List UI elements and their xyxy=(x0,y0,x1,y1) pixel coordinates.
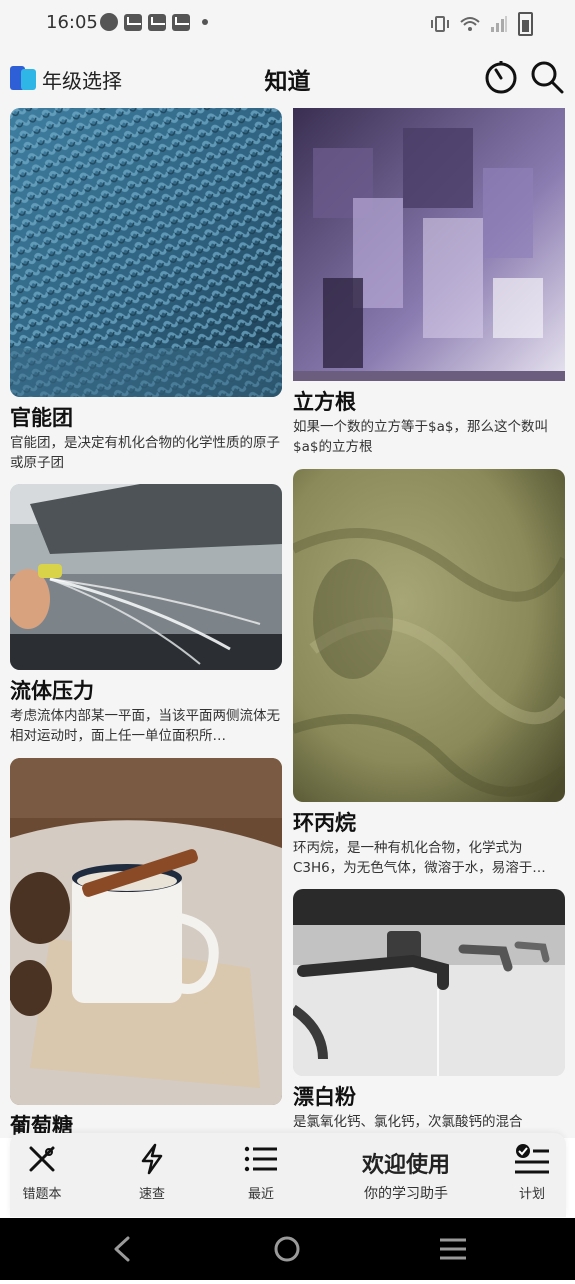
recent-apps-icon[interactable] xyxy=(440,1238,466,1260)
search-icon[interactable] xyxy=(530,60,564,94)
card-image-mug[interactable] xyxy=(10,758,282,1105)
card-image-fabric[interactable] xyxy=(293,469,565,802)
knowledge-card[interactable]: 环丙烷 环丙烷，是一种有机化合物，化学式为C3H6，为无色气体，微溶于水，易溶于… xyxy=(293,469,565,878)
nav-label: 最近 xyxy=(247,1187,274,1202)
card-title: 环丙烷 xyxy=(293,811,356,835)
mail-icon xyxy=(124,13,142,31)
vibrate-icon xyxy=(431,16,449,32)
card-title: 漂白粉 xyxy=(293,1085,356,1109)
welcome-title: 欢迎使用 xyxy=(361,1153,450,1178)
list-icon xyxy=(244,1146,277,1172)
system-status-icons xyxy=(430,12,533,36)
nav-plan[interactable]: 计划 xyxy=(497,1143,567,1202)
app-header: 年级选择 知道 xyxy=(0,48,575,108)
card-title: 立方根 xyxy=(293,390,356,414)
nav-label: 计划 xyxy=(518,1187,545,1202)
knowledge-card[interactable]: 官能团 官能团，是决定有机化合物的化学性质的原子或原子团 xyxy=(10,108,282,473)
card-description: 环丙烷，是一种有机化合物，化学式为C3H6，为无色气体，微溶于水，易溶于… xyxy=(293,840,546,876)
card-image-knit[interactable] xyxy=(10,108,282,397)
status-time: 16:05 xyxy=(46,12,98,33)
card-description: 官能团，是决定有机化合物的化学性质的原子或原子团 xyxy=(10,435,280,471)
knowledge-card[interactable]: 流体压力 考虑流体内部某一平面，当该平面两侧流体无相对运动时，面上任一单位面积所… xyxy=(10,484,282,746)
status-bar: 16:05 xyxy=(0,0,575,48)
welcome-panel[interactable]: 欢迎使用 你的学习助手 xyxy=(340,1147,472,1203)
bottom-nav: 错题本 速查 最近 欢迎使用 你的学习助手 计划 xyxy=(10,1133,566,1217)
nav-label: 速查 xyxy=(138,1187,165,1202)
lightning-icon xyxy=(141,1143,163,1175)
card-description: 考虑流体内部某一平面，当该平面两侧流体无相对运动时，面上任一单位面积所… xyxy=(10,708,280,744)
wrong-book-icon xyxy=(29,1146,55,1172)
app-notification-icon xyxy=(100,13,118,31)
card-image-car-wash[interactable] xyxy=(10,484,282,670)
nav-recent[interactable]: 最近 xyxy=(226,1143,296,1202)
plan-checklist-icon xyxy=(515,1144,549,1174)
back-icon[interactable] xyxy=(114,1236,130,1262)
signal-icon xyxy=(491,16,507,32)
knowledge-card[interactable]: 葡萄糖 xyxy=(10,758,282,1138)
battery-icon xyxy=(518,12,533,36)
notification-icons xyxy=(100,13,208,31)
knowledge-feed[interactable]: 官能团 官能团，是决定有机化合物的化学性质的原子或原子团 立方根 如果一个数的立… xyxy=(0,108,575,1138)
card-description: 是氯氧化钙、氯化钙，次氯酸钙的混合 xyxy=(293,1114,523,1130)
knowledge-card[interactable]: 立方根 如果一个数的立方等于$a$，那么这个数叫$a$的立方根 xyxy=(293,108,565,457)
welcome-subtitle: 你的学习助手 xyxy=(364,1186,448,1202)
nav-label: 错题本 xyxy=(22,1187,62,1202)
home-icon[interactable] xyxy=(274,1236,300,1262)
system-navigation-bar xyxy=(0,1218,575,1280)
nav-wrong-book[interactable]: 错题本 xyxy=(7,1143,77,1202)
mail-icon xyxy=(148,13,166,31)
nav-quick-check[interactable]: 速查 xyxy=(117,1143,187,1202)
card-image-faucets[interactable] xyxy=(293,889,565,1076)
card-title: 流体压力 xyxy=(10,679,94,703)
mail-icon xyxy=(172,13,190,31)
card-title: 官能团 xyxy=(10,406,73,430)
card-image-cubes[interactable] xyxy=(293,108,565,381)
more-notifications-icon xyxy=(202,19,208,25)
timer-icon[interactable] xyxy=(484,60,518,94)
wifi-icon xyxy=(460,17,480,31)
card-description: 如果一个数的立方等于$a$，那么这个数叫$a$的立方根 xyxy=(293,419,548,455)
knowledge-card[interactable]: 漂白粉 是氯氧化钙、氯化钙，次氯酸钙的混合 xyxy=(293,889,565,1132)
